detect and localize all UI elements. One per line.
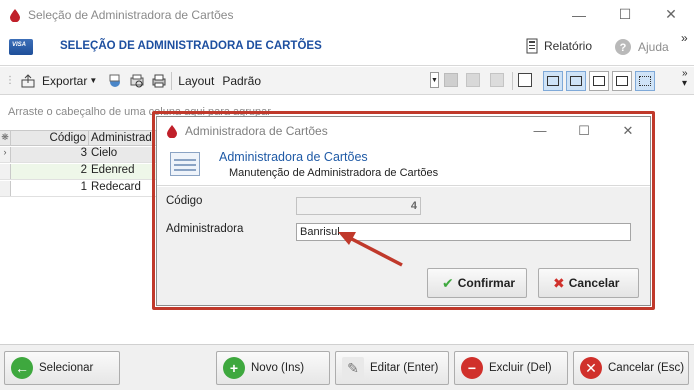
report-icon (526, 38, 538, 54)
toolbar-separator (171, 71, 173, 90)
table-row[interactable]: 2 Edenred (0, 164, 160, 180)
edit-button[interactable]: ✎ Editar (Enter) (335, 351, 449, 385)
report-label: Relatório (544, 39, 593, 53)
select-button[interactable]: ← Selecionar (4, 351, 120, 385)
export-icon (20, 73, 36, 89)
column-header-admin[interactable]: Administrad (89, 131, 152, 145)
page-header: VISA SELEÇÃO DE ADMINISTRADORA DE CARTÕE… (0, 29, 694, 66)
edit-pencil-icon: ✎ (342, 357, 364, 379)
delete-icon: − (461, 357, 483, 379)
close-button[interactable]: ✕ (648, 0, 694, 29)
cell-code: 2 (80, 164, 87, 176)
report-button[interactable]: Relatório (526, 38, 592, 54)
add-icon: + (223, 357, 245, 379)
row-indicator-header: ❋ (0, 131, 11, 145)
delete-button[interactable]: − Excluir (Del) (454, 351, 568, 385)
cell-admin: Edenred (91, 164, 135, 176)
print-preview-icon[interactable] (129, 73, 145, 89)
help-icon: ? (615, 39, 631, 55)
edit-label: Editar (Enter) (370, 362, 439, 374)
toolbar-separator (512, 72, 513, 90)
bottom-action-bar: ← Selecionar + Novo (Ins) ✎ Editar (Ente… (0, 344, 694, 390)
new-label: Novo (Ins) (251, 362, 305, 374)
svg-text:?: ? (620, 42, 627, 54)
table-row[interactable]: › 3 Cielo (0, 147, 160, 163)
delete-label: Excluir (Del) (489, 362, 552, 374)
delete-layout-icon[interactable] (466, 73, 480, 87)
cell-admin: Cielo (91, 147, 118, 159)
layout-dropdown-icon[interactable]: ▼ (430, 72, 439, 88)
export-menu[interactable]: Exportar (42, 74, 87, 88)
app-drop-icon (10, 8, 20, 22)
email-icon[interactable] (107, 73, 123, 89)
cell-code: 3 (80, 147, 87, 159)
window-titlebar: Seleção de Administradora de Cartões — ☐… (0, 0, 694, 29)
cancel-icon: ✕ (580, 357, 602, 379)
view-gridlines-icon[interactable] (635, 71, 655, 91)
cancel-button[interactable]: ✕ Cancelar (Esc) (573, 351, 689, 385)
view-grid-summary-icon[interactable] (612, 71, 632, 91)
maximize-button[interactable]: ☐ (602, 0, 648, 29)
credit-card-icon: VISA (9, 39, 33, 55)
more-chevron-icon[interactable]: » (681, 31, 688, 45)
view-grid-band-icon[interactable] (566, 71, 586, 91)
view-grid-header-icon[interactable] (543, 71, 563, 91)
cell-code: 1 (80, 181, 87, 193)
new-button[interactable]: + Novo (Ins) (216, 351, 330, 385)
window-title: Seleção de Administradora de Cartões (28, 7, 234, 22)
layout-label: Layout (178, 73, 215, 88)
column-header-code[interactable]: Código (11, 131, 89, 145)
current-row-indicator-icon: › (0, 147, 11, 162)
grid-header-row: ❋ Código Administrad (0, 130, 160, 146)
help-label: Ajuda (638, 40, 669, 54)
toolbar: ⋮ Exportar ▼ Layout Padrão ▼ » ▾ (0, 67, 694, 95)
columns-chooser-icon[interactable] (518, 73, 532, 87)
arrow-left-icon: ← (11, 357, 33, 379)
grip-icon: ⋮ (5, 75, 15, 86)
save-layout-icon[interactable] (444, 73, 458, 87)
toolbar-scroll-icon[interactable]: » ▾ (682, 69, 688, 89)
layout-default-select[interactable]: Padrão (222, 74, 261, 88)
print-icon[interactable] (151, 73, 167, 89)
minimize-button[interactable]: — (556, 0, 602, 29)
select-label: Selecionar (39, 362, 94, 374)
cancel-label: Cancelar (Esc) (608, 362, 685, 374)
table-row[interactable]: 1 Redecard (0, 181, 160, 197)
page-title: SELEÇÃO DE ADMINISTRADORA DE CARTÕES (60, 40, 322, 52)
copy-layout-icon[interactable] (490, 73, 504, 87)
highlight-frame (152, 111, 655, 310)
view-grid-footer-icon[interactable] (589, 71, 609, 91)
cell-admin: Redecard (91, 181, 141, 193)
chevron-down-icon: ▼ (89, 76, 98, 85)
help-button[interactable]: ? Ajuda (614, 38, 669, 56)
